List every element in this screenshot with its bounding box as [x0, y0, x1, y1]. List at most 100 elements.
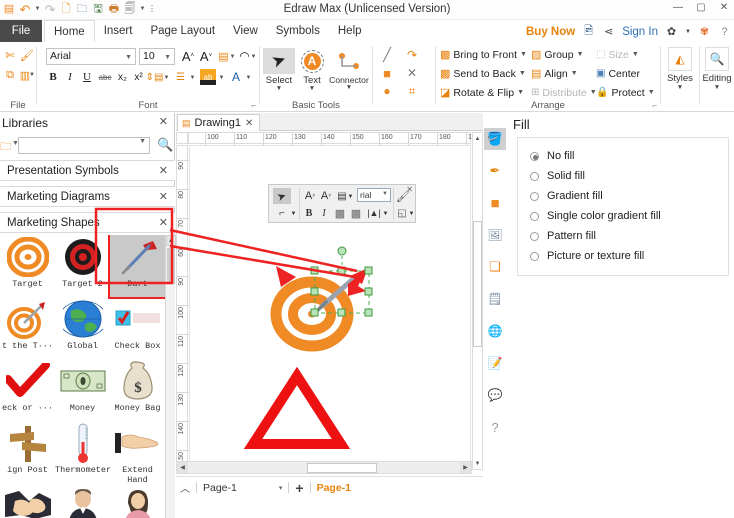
shape-item-woman[interactable] [110, 483, 165, 518]
superscript-icon[interactable]: x² [132, 69, 145, 85]
picture-icon[interactable]: 🖼 [484, 224, 506, 246]
text-position-icon[interactable]: |▲| [366, 205, 382, 221]
colorful-app-icon[interactable]: ✾ [698, 25, 711, 38]
shape-format-icon[interactable]: ◱ [395, 205, 409, 221]
rectangle-shape-icon[interactable]: ■ [378, 65, 396, 81]
no-fill-option[interactable]: No fill [530, 150, 575, 162]
shape-item-check-or-tick[interactable]: eck or ··· [0, 359, 55, 421]
scroll-down-arrow[interactable]: ▼ [473, 458, 482, 469]
shape-item-extend-hand[interactable]: Extend Hand [110, 421, 165, 485]
shape-item-money-bag[interactable]: $ Money Bag [110, 359, 165, 421]
close-icon[interactable]: ✕ [159, 190, 168, 203]
chevron-down-icon[interactable]: ▼ [577, 51, 584, 58]
tab-help[interactable]: Help [329, 20, 371, 42]
chevron-down-icon[interactable]: ▼ [164, 50, 171, 65]
picture-or-texture-fill-option[interactable]: Picture or texture fill [530, 250, 644, 262]
shape-format-dropdown-icon[interactable]: ▼ [408, 206, 415, 222]
connector-icon[interactable]: ⌐ [273, 205, 291, 221]
library-search-input[interactable]: ▼ [18, 137, 150, 154]
italic-icon[interactable]: I [318, 205, 330, 221]
library-category-marketing-diagrams[interactable]: Marketing Diagrams ✕ [0, 186, 175, 207]
arc-shape-icon[interactable]: ↷ [403, 47, 421, 63]
curve-text-dropdown-icon[interactable]: ▼ [250, 49, 257, 65]
close-icon[interactable]: ✕ [159, 164, 168, 177]
send-to-back-button[interactable]: ▩ Send to Back ▼ [440, 65, 526, 82]
settings-dropdown-icon[interactable]: ▼ [685, 29, 691, 35]
close-icon[interactable]: ✕ [159, 216, 168, 229]
connector-tool[interactable]: Connector ▼ [329, 46, 369, 98]
chevron-down-icon[interactable]: ▼ [648, 89, 655, 96]
library-category-presentation-symbols[interactable]: Presentation Symbols ✕ [0, 160, 175, 181]
text-highlight-dropdown-icon[interactable]: ▼ [218, 70, 225, 86]
bring-to-front-button[interactable]: ▩ Bring to Front ▼ [440, 46, 527, 63]
chevron-down-icon[interactable]: ▼ [519, 70, 526, 77]
tab-insert[interactable]: Insert [95, 20, 142, 42]
distribute-button[interactable]: ⊞ Distribute ▼ [531, 84, 597, 101]
center-button[interactable]: ▣ Center [596, 65, 640, 82]
select-tool-dropdown-icon[interactable]: ▼ [263, 85, 295, 92]
vscrollbar-thumb[interactable] [473, 221, 482, 347]
shape-item-money[interactable]: Money [55, 359, 110, 421]
shape-item-thermometer[interactable]: Thermometer [55, 421, 111, 483]
format-painter-icon[interactable]: 🖌 [19, 47, 35, 63]
send-backward-icon[interactable]: ▩ [349, 205, 363, 221]
bold-icon[interactable]: B [303, 205, 315, 221]
canvas-horizontal-scrollbar[interactable]: ◀ ▶ [176, 461, 472, 474]
gradient-fill-option[interactable]: Gradient fill [530, 190, 603, 202]
document-tab-drawing1[interactable]: ▤ Drawing1 ✕ [177, 114, 261, 131]
pointer-tool-icon[interactable]: ➤ [273, 188, 291, 204]
scroll-left-arrow[interactable]: ◀ [177, 462, 188, 473]
text-tool[interactable]: A Text ▼ [296, 46, 328, 98]
solid-fill-option[interactable]: Solid fill [530, 170, 585, 182]
page-setup-icon[interactable]: 🗒 [484, 288, 506, 310]
shape-item-hit-the-target[interactable]: t the T··· [0, 297, 55, 359]
page-selector-value[interactable]: Page-1 [203, 482, 237, 494]
hscrollbar-thumb[interactable] [307, 463, 377, 473]
cut-icon[interactable]: ✄ [2, 47, 18, 63]
group-button[interactable]: ▨ Group ▼ [531, 46, 584, 63]
bullet-list-icon[interactable]: ☰ [174, 69, 187, 85]
align-dropdown-icon[interactable]: ▼ [347, 189, 354, 205]
subscript-icon[interactable]: x₂ [116, 69, 129, 85]
chevron-down-icon[interactable]: ▾ [279, 484, 283, 492]
library-scrollbar[interactable]: ▲ ▼ [165, 235, 176, 518]
font-size-combobox[interactable]: 10 ▼ [139, 48, 175, 65]
connector-dropdown-icon[interactable]: ▼ [290, 206, 297, 222]
fill-icon[interactable]: 🪣 [484, 128, 506, 150]
chevron-down-icon[interactable]: ▼ [139, 138, 146, 145]
buy-now-link[interactable]: Buy Now [526, 26, 575, 38]
libraries-close-icon[interactable]: ✕ [159, 115, 168, 128]
add-page-button[interactable]: + [295, 480, 303, 496]
align-text-dropdown-icon[interactable]: ▼ [229, 49, 236, 65]
text-highlight-icon[interactable]: ab [200, 69, 216, 85]
italic-icon[interactable]: I [64, 69, 76, 85]
chevron-down-icon[interactable]: ▼ [382, 188, 388, 200]
shape-item-sign-post[interactable]: ign Post [0, 421, 55, 483]
collapse-icon[interactable]: ︿ [180, 480, 190, 495]
hyperlink-icon[interactable]: 🌐 [484, 320, 506, 342]
chevron-down-icon[interactable]: ▼ [571, 70, 578, 77]
canvas-vertical-scrollbar[interactable]: ▲ ▼ [472, 132, 483, 470]
close-button[interactable]: ✕ [718, 2, 730, 13]
font-color-dropdown-icon[interactable]: ▼ [245, 70, 252, 86]
rotate-flip-button[interactable]: ◪ Rotate & Flip ▼ [440, 84, 524, 101]
page-tab-page-1[interactable]: Page-1 [317, 482, 351, 494]
shape-item-cooperation[interactable]: peration [0, 483, 55, 518]
text-position-dropdown-icon[interactable]: ▼ [382, 206, 389, 222]
shadow-icon[interactable]: ■ [484, 192, 506, 214]
scroll-up-arrow[interactable]: ▲ [473, 133, 482, 144]
tab-view[interactable]: View [224, 20, 267, 42]
align-button[interactable]: ▤ Align ▼ [531, 65, 578, 82]
shape-item-target-2[interactable]: Target 2 [55, 235, 110, 297]
chevron-down-icon[interactable]: ▼ [520, 51, 527, 58]
single-color-gradient-fill-option[interactable]: Single color gradient fill [530, 210, 661, 222]
sign-in-link[interactable]: Sign In [622, 26, 658, 38]
connector-tool-dropdown-icon[interactable]: ▼ [329, 84, 369, 91]
chevron-down-icon[interactable]: ▼ [632, 51, 639, 58]
increase-font-size-icon[interactable]: A ˄ [180, 48, 196, 64]
bring-forward-icon[interactable]: ▩ [333, 205, 347, 221]
underline-icon[interactable]: U [81, 69, 93, 85]
tab-file[interactable]: File [0, 20, 42, 42]
text-tool-dropdown-icon[interactable]: ▼ [296, 85, 328, 92]
close-icon[interactable]: ✕ [245, 118, 253, 129]
